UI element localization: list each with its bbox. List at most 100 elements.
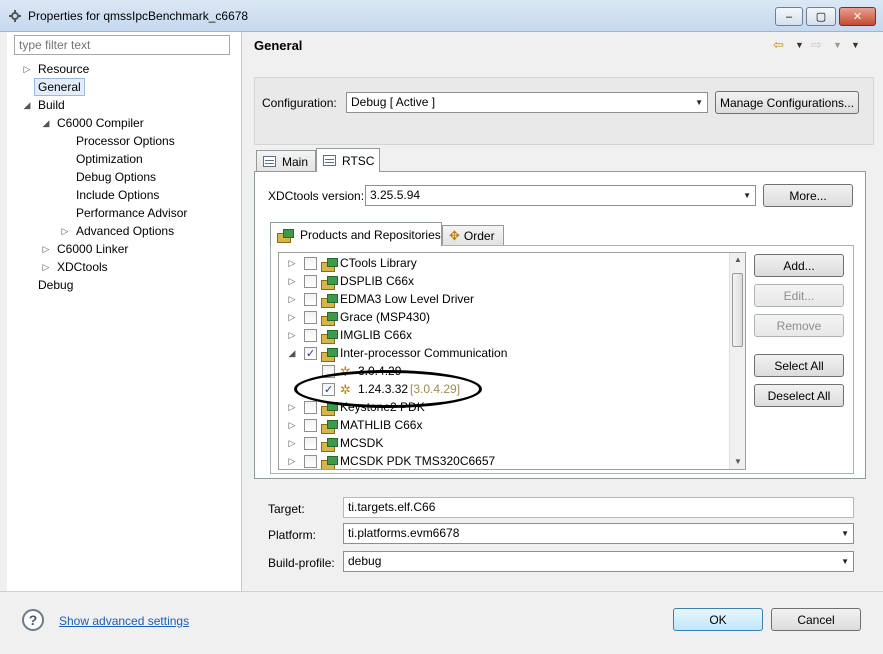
xdctools-version-label: XDCtools version:	[268, 189, 365, 203]
tree-item-build[interactable]: Build	[38, 96, 65, 114]
expand-arrow-icon[interactable]: ▷	[22, 60, 32, 78]
remove-button[interactable]: Remove	[754, 314, 844, 337]
edit-button[interactable]: Edit...	[754, 284, 844, 307]
list-item[interactable]: ▷ MCSDK	[279, 434, 729, 452]
chevron-down-icon: ▼	[841, 529, 849, 538]
manage-configurations-button[interactable]: Manage Configurations...	[715, 91, 859, 114]
expand-arrow-icon[interactable]: ▷	[287, 398, 297, 416]
tree-item-performance-advisor[interactable]: Performance Advisor	[76, 204, 187, 222]
product-checkbox[interactable]	[304, 419, 317, 432]
tree-item-advanced-options[interactable]: Advanced Options	[76, 222, 174, 240]
table-icon	[263, 156, 276, 167]
scroll-up-icon[interactable]: ▲	[730, 255, 745, 264]
tree-item-debug-options[interactable]: Debug Options	[76, 168, 156, 186]
scroll-down-icon[interactable]: ▼	[730, 457, 745, 466]
select-all-button[interactable]: Select All	[754, 354, 844, 377]
tree-item-include-options[interactable]: Include Options	[76, 186, 159, 204]
order-icon: ✥	[449, 227, 460, 243]
version-gear-icon: ✲	[340, 382, 351, 397]
expand-arrow-icon[interactable]: ▷	[41, 258, 51, 276]
help-icon[interactable]: ?	[22, 609, 44, 631]
deselect-all-button[interactable]: Deselect All	[754, 384, 844, 407]
tree-item-processor-options[interactable]: Processor Options	[76, 132, 175, 150]
show-advanced-settings-link[interactable]: Show advanced settings	[59, 614, 189, 628]
platform-label: Platform:	[268, 528, 317, 542]
expand-arrow-icon[interactable]: ▷	[287, 272, 297, 290]
expand-arrow-icon[interactable]: ▷	[287, 254, 297, 272]
forward-menu-chevron-down-icon[interactable]: ▼	[833, 40, 842, 50]
tree-item-xdctools[interactable]: XDCtools	[57, 258, 108, 276]
products-tree-list[interactable]: ▷ CTools Library ▷ DSPLIB C66x ▷ EDMA3 L…	[278, 252, 746, 470]
back-menu-chevron-down-icon[interactable]: ▼	[795, 40, 804, 50]
version-checkbox[interactable]	[322, 365, 335, 378]
product-checkbox[interactable]	[304, 275, 317, 288]
expand-arrow-icon[interactable]: ▷	[287, 308, 297, 326]
forward-arrow-icon[interactable]: ⇨	[811, 37, 822, 53]
tree-item-debug[interactable]: Debug	[38, 276, 73, 294]
expand-arrow-icon[interactable]: ▷	[60, 222, 70, 240]
list-item[interactable]: ✲ 3.0.4.29	[279, 362, 729, 380]
tab-order[interactable]: ✥ Order	[442, 225, 504, 245]
product-checkbox[interactable]	[304, 311, 317, 324]
tree-item-optimization[interactable]: Optimization	[76, 150, 143, 168]
ok-button[interactable]: OK	[673, 608, 763, 631]
list-item[interactable]: ▷ Keystone2 PDK	[279, 398, 729, 416]
back-arrow-icon[interactable]: ⇦	[773, 37, 784, 53]
list-item[interactable]: ◢ Inter-processor Communication	[279, 344, 729, 363]
list-item[interactable]: ▷ IMGLIB C66x	[279, 326, 729, 344]
package-icon	[321, 329, 338, 344]
list-scrollbar[interactable]: ▲ ▼	[729, 253, 745, 469]
package-icon	[321, 257, 338, 272]
list-item[interactable]: ▷ EDMA3 Low Level Driver	[279, 290, 729, 308]
configuration-select[interactable]: Debug [ Active ] ▼	[346, 92, 708, 113]
package-icon	[321, 347, 338, 362]
list-item[interactable]: ✲ 1.24.3.32 [3.0.4.29]	[279, 380, 729, 399]
expand-arrow-icon[interactable]: ▷	[287, 452, 297, 469]
package-icon	[321, 419, 338, 434]
cancel-button[interactable]: Cancel	[771, 608, 861, 631]
maximize-icon: ▢	[815, 11, 827, 23]
tree-item-c6000-linker[interactable]: C6000 Linker	[57, 240, 128, 258]
tab-products-and-repositories[interactable]: Products and Repositories	[270, 222, 442, 246]
close-button[interactable]: ✕	[839, 7, 876, 26]
product-checkbox[interactable]	[304, 345, 317, 363]
list-item[interactable]: ▷ MATHLIB C66x	[279, 416, 729, 434]
product-checkbox[interactable]	[304, 329, 317, 342]
list-item[interactable]: ▷ DSPLIB C66x	[279, 272, 729, 290]
expand-arrow-icon[interactable]: ▷	[287, 434, 297, 452]
list-item[interactable]: ▷ CTools Library	[279, 254, 729, 272]
tree-item-c6000-compiler[interactable]: C6000 Compiler	[57, 114, 144, 132]
collapse-arrow-icon[interactable]: ◢	[287, 344, 297, 362]
scrollbar-thumb[interactable]	[732, 273, 743, 347]
list-item[interactable]: ▷ MCSDK PDK TMS320C6657	[279, 452, 729, 469]
minimize-button[interactable]: –	[775, 7, 803, 26]
expand-arrow-icon[interactable]: ▷	[287, 290, 297, 308]
tab-rtsc[interactable]: RTSC	[316, 148, 380, 172]
target-field[interactable]: ti.targets.elf.C66	[343, 497, 854, 518]
tab-main[interactable]: Main	[256, 150, 316, 172]
xdctools-version-select[interactable]: 3.25.5.94 ▼	[365, 185, 756, 206]
expand-arrow-icon[interactable]: ▷	[41, 240, 51, 258]
product-checkbox[interactable]	[304, 437, 317, 450]
table-icon	[323, 155, 336, 166]
tree-item-general[interactable]: General	[34, 78, 85, 96]
build-profile-select[interactable]: debug ▼	[343, 551, 854, 572]
platform-select[interactable]: ti.platforms.evm6678 ▼	[343, 523, 854, 544]
collapse-arrow-icon[interactable]: ◢	[22, 96, 32, 114]
product-checkbox[interactable]	[304, 401, 317, 414]
product-checkbox[interactable]	[304, 293, 317, 306]
package-icon	[277, 228, 294, 243]
add-button[interactable]: Add...	[754, 254, 844, 277]
collapse-arrow-icon[interactable]: ◢	[41, 114, 51, 132]
version-checkbox[interactable]	[322, 381, 335, 399]
view-menu-chevron-down-icon[interactable]: ▼	[851, 40, 860, 50]
more-button[interactable]: More...	[763, 184, 853, 207]
product-checkbox[interactable]	[304, 257, 317, 270]
expand-arrow-icon[interactable]: ▷	[287, 326, 297, 344]
list-item[interactable]: ▷ Grace (MSP430)	[279, 308, 729, 326]
filter-input[interactable]	[14, 35, 230, 55]
tree-item-resource[interactable]: Resource	[38, 60, 89, 78]
expand-arrow-icon[interactable]: ▷	[287, 416, 297, 434]
maximize-button[interactable]: ▢	[806, 7, 836, 26]
product-checkbox[interactable]	[304, 455, 317, 468]
